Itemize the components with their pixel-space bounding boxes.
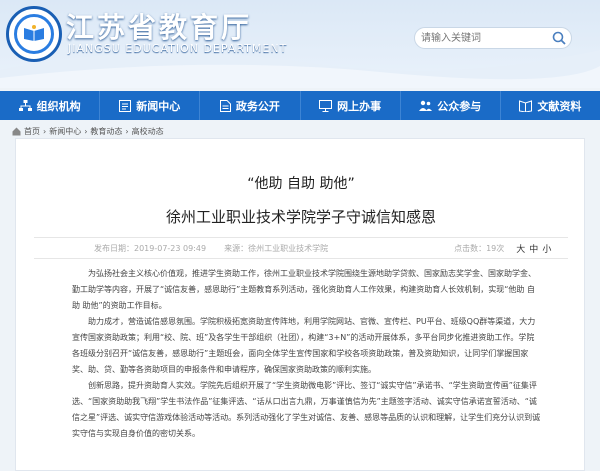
site-subtitle: JIANGSU EDUCATION DEPARTMENT — [68, 42, 288, 55]
font-size-medium[interactable]: 中 — [529, 245, 538, 255]
breadcrumb-home[interactable]: 首页 — [24, 126, 40, 137]
article-source: 来源：徐州工业职业技术学院 — [224, 243, 329, 253]
nav-label: 新闻中心 — [136, 99, 181, 113]
nav-label: 政务公开 — [235, 99, 280, 113]
article-meta: 发布日期：2019-07-23 09:49 来源：徐州工业职业技术学院 点击数：… — [34, 237, 568, 259]
nav-item-literature[interactable]: 文献资料 — [501, 91, 600, 120]
site-logo[interactable] — [6, 6, 62, 62]
article-title-line2: 徐州工业职业技术学院学子守诚信知感恩 — [165, 208, 436, 226]
article-paragraph: 创新思路，提升资助育人实效。学院先后组织开展了“学生资助微电影”评比、签订“诚实… — [72, 381, 541, 438]
article-panel: “他助 自助 助他” 徐州工业职业技术学院学子守诚信知感恩 发布日期：2019-… — [15, 138, 585, 471]
logo-book-icon — [24, 25, 44, 41]
article-body: 为弘扬社会主义核心价值观，推进学生资助工作，徐州工业职业技术学院围绕生源地助学贷… — [72, 266, 542, 442]
nav-item-government-affairs[interactable]: 政务公开 — [200, 91, 301, 120]
breadcrumb-news[interactable]: 新闻中心 — [49, 126, 81, 137]
nav-label: 网上办事 — [337, 99, 382, 113]
view-count: 点击数：19次 — [454, 243, 505, 253]
people-icon — [419, 100, 433, 111]
site-title: 江苏省教育厅 — [66, 11, 253, 44]
nav-item-organization[interactable]: 组织机构 — [0, 91, 101, 120]
breadcrumb-university-news[interactable]: 高校动态 — [132, 126, 164, 137]
site-header: 江苏省教育厅 JIANGSU EDUCATION DEPARTMENT — [0, 0, 600, 88]
nav-label: 公众参与 — [437, 99, 482, 113]
nav-item-online-services[interactable]: 网上办事 — [301, 91, 401, 120]
nav-label: 组织机构 — [36, 99, 81, 113]
breadcrumb-education-news[interactable]: 教育动态 — [90, 126, 122, 137]
breadcrumb: 首页 › 新闻中心 › 教育动态 › 高校动态 — [12, 126, 167, 137]
news-icon — [119, 99, 132, 112]
nav-item-news[interactable]: 新闻中心 — [100, 91, 201, 120]
article-title-line1: “他助 自助 助他” — [247, 176, 355, 192]
search-box[interactable] — [414, 27, 572, 49]
home-icon — [12, 127, 21, 136]
font-size-switcher: 大中小 — [514, 242, 553, 255]
search-input[interactable] — [421, 30, 541, 46]
article-paragraph: 助力成才，营造诚信感恩氛围。学院积极拓宽资助宣传阵地，利用学院网站、官微、宣传栏… — [72, 317, 536, 374]
nav-item-public-participation[interactable]: 公众参与 — [401, 91, 501, 120]
font-size-small[interactable]: 小 — [542, 245, 551, 255]
search-icon[interactable] — [551, 30, 567, 46]
main-nav: 组织机构 新闻中心 政务公开 网上办事 公众参与 文献资料 — [0, 91, 600, 120]
nav-label: 文献资料 — [537, 99, 582, 113]
publish-date: 发布日期：2019-07-23 09:49 — [94, 243, 207, 253]
org-chart-icon — [18, 99, 32, 111]
monitor-icon — [319, 99, 333, 112]
document-icon — [219, 99, 231, 112]
book-icon — [519, 99, 533, 112]
font-size-large[interactable]: 大 — [516, 245, 525, 255]
article-paragraph: 为弘扬社会主义核心价值观，推进学生资助工作，徐州工业职业技术学院围绕生源地助学贷… — [72, 269, 536, 310]
